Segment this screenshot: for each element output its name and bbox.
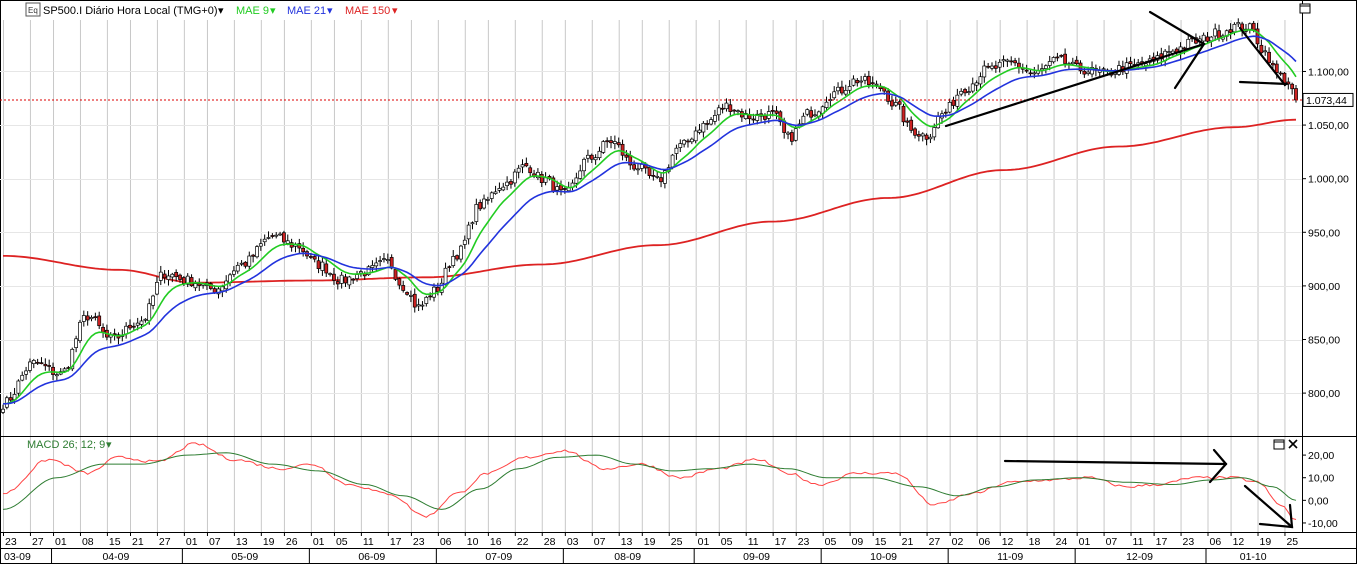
day-tick-label: 17	[390, 536, 402, 548]
title-dropdown-icon[interactable]: ▾	[218, 5, 224, 17]
month-label: 12-09	[1126, 551, 1153, 563]
day-tick-label: 01	[313, 536, 325, 548]
price-tick-label: 1.000,00	[1308, 174, 1349, 186]
day-tick-label: 25	[671, 536, 683, 548]
month-label: 11-09	[997, 551, 1023, 563]
mae21-dropdown-icon[interactable]: ▾	[327, 5, 333, 17]
month-label: 10-09	[870, 551, 897, 563]
day-tick-label: 01	[698, 536, 710, 548]
day-tick-label: 27	[32, 536, 44, 548]
day-tick-label: 18	[1029, 536, 1041, 548]
price-tick-label: 950,00	[1308, 227, 1340, 239]
chart-title: SP500.I Diário Hora Local (TMG+0)	[43, 5, 218, 17]
day-tick-label: 11	[748, 536, 759, 548]
day-tick-label: 02	[952, 536, 964, 548]
month-label: 08-09	[614, 551, 641, 563]
day-tick-label: 10	[467, 536, 479, 548]
month-label: 03-09	[4, 551, 31, 563]
macd-tick-label: -10,00	[1308, 518, 1338, 530]
day-tick-label: 11	[363, 536, 374, 548]
price-tick-label: 800,00	[1308, 388, 1340, 400]
price-tick-label: 1.100,00	[1308, 66, 1349, 78]
day-tick-label: 03	[567, 536, 579, 548]
candle	[601, 140, 606, 154]
day-tick-label: 01	[1079, 536, 1091, 548]
current-price-value: 1.073,44	[1306, 95, 1347, 107]
day-tick-label: 01	[55, 536, 67, 548]
macd-tick-label: 10,00	[1308, 473, 1334, 485]
day-tick-label: 13	[621, 536, 633, 548]
month-label: 09-09	[743, 551, 770, 563]
candle	[255, 245, 259, 259]
day-tick-label: 07	[594, 536, 606, 548]
day-tick-label: 23	[5, 536, 17, 548]
day-tick-label: 15	[875, 536, 887, 548]
month-label: 05-09	[231, 551, 258, 563]
day-tick-label: 23	[1183, 536, 1195, 548]
maximize-macd-pane-icon[interactable]	[1273, 439, 1285, 450]
month-label: 07-09	[485, 551, 512, 563]
day-tick-label: 05	[825, 536, 837, 548]
day-tick-label: 19	[1260, 536, 1272, 548]
macd-tick-label: 20,00	[1308, 450, 1334, 462]
day-tick-label: 28	[544, 536, 556, 548]
day-tick-label: 07	[209, 536, 221, 548]
day-tick-label: 24	[1056, 536, 1068, 548]
day-tick-label: 23	[798, 536, 810, 548]
day-tick-label: 11	[1133, 536, 1144, 548]
macd-tick-label: 0,00	[1308, 495, 1329, 507]
month-label: 04-09	[102, 551, 129, 563]
day-tick-label: 17	[1156, 536, 1168, 548]
day-tick-label: 09	[852, 536, 864, 548]
day-tick-label: 12	[1233, 536, 1245, 548]
day-tick-label: 27	[929, 536, 941, 548]
day-tick-label: 01	[186, 536, 198, 548]
day-tick-label: 19	[644, 536, 656, 548]
day-tick-label: 06	[979, 536, 991, 548]
day-tick-label: 23	[413, 536, 425, 548]
day-tick-label: 08	[82, 536, 94, 548]
candle	[78, 319, 82, 344]
day-tick-label: 22	[517, 536, 529, 548]
current-price-label: 1.073,44	[1302, 92, 1354, 107]
day-tick-label: 05	[721, 536, 733, 548]
day-tick-label: 06	[1209, 536, 1221, 548]
legend-mae150[interactable]: MAE 150	[345, 5, 390, 17]
day-tick-label: 17	[775, 536, 787, 548]
candle	[366, 265, 371, 276]
day-tick-label: 16	[490, 536, 502, 548]
legend-mae21[interactable]: MAE 21	[287, 5, 326, 17]
day-tick-label: 12	[1002, 536, 1014, 548]
month-label: 06-09	[358, 551, 385, 563]
mae9-dropdown-icon[interactable]: ▾	[270, 5, 276, 17]
price-tick-label: 850,00	[1308, 335, 1340, 347]
day-tick-label: 21	[132, 536, 144, 548]
candle	[551, 175, 556, 194]
mae150-dropdown-icon[interactable]: ▾	[392, 5, 398, 17]
day-tick-label: 26	[286, 536, 298, 548]
day-tick-label: 06	[440, 536, 452, 548]
day-tick-label: 27	[159, 536, 171, 548]
day-tick-label: 25	[1286, 536, 1298, 548]
legend-mae9[interactable]: MAE 9	[236, 5, 269, 17]
day-tick-label: 07	[1106, 536, 1118, 548]
maximize-price-pane-icon[interactable]	[1299, 3, 1311, 14]
day-tick-label: 19	[263, 536, 275, 548]
macd-label[interactable]: MACD 26; 12; 9	[27, 439, 105, 451]
day-tick-label: 21	[902, 536, 914, 548]
macd-dropdown-icon[interactable]: ▾	[106, 439, 112, 451]
price-tick-label: 900,00	[1308, 281, 1340, 293]
day-tick-label: 15	[109, 536, 121, 548]
svg-text:Eq: Eq	[28, 6, 38, 15]
macd-header: MACD 26; 12; 9 ▾	[27, 439, 112, 451]
day-tick-label: 13	[236, 536, 248, 548]
price-tick-label: 1.050,00	[1308, 120, 1349, 132]
month-label: 01-10	[1240, 551, 1267, 563]
day-tick-label: 05	[336, 536, 348, 548]
stock-chart: 1.100,00 1.050,00 1.000,00 950,00 900,00 850,…	[0, 0, 1357, 564]
